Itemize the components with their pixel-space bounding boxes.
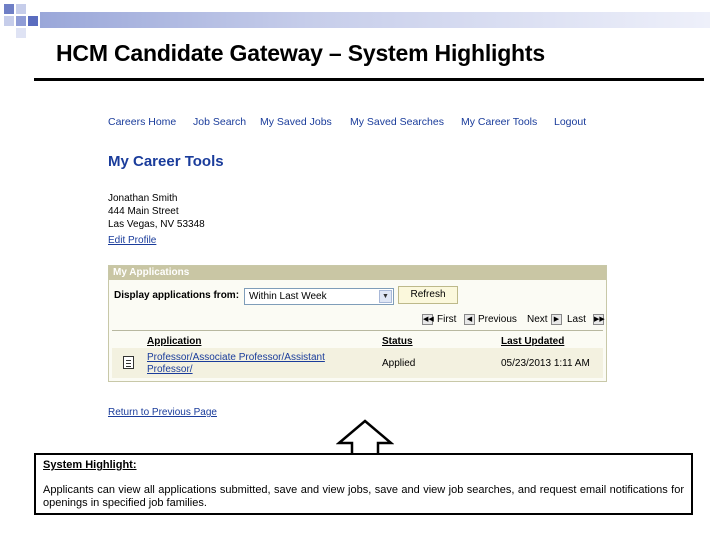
nav-job-search[interactable]: Job Search bbox=[193, 116, 246, 128]
nav-logout[interactable]: Logout bbox=[554, 116, 586, 128]
nav-my-saved-searches[interactable]: My Saved Searches bbox=[350, 116, 444, 128]
nav-my-career-tools[interactable]: My Career Tools bbox=[461, 116, 537, 128]
title-underline bbox=[34, 78, 704, 81]
display-from-label: Display applications from: bbox=[114, 290, 240, 301]
highlight-title: System Highlight: bbox=[43, 459, 137, 471]
column-last-updated[interactable]: Last Updated bbox=[501, 336, 564, 347]
document-icon[interactable] bbox=[123, 356, 134, 369]
date-filter-select[interactable]: Within Last Week ▼ bbox=[244, 288, 394, 305]
nav-my-saved-jobs[interactable]: My Saved Jobs bbox=[260, 116, 332, 128]
applications-panel: My Applications Display applications fro… bbox=[108, 265, 607, 382]
page-title: My Career Tools bbox=[108, 153, 224, 170]
nav-careers-home[interactable]: Careers Home bbox=[108, 116, 176, 128]
application-status: Applied bbox=[382, 358, 416, 369]
return-previous-page-link[interactable]: Return to Previous Page bbox=[108, 407, 217, 418]
application-last-updated: 05/23/2013 1:11 AM bbox=[501, 358, 590, 369]
address-street: 444 Main Street bbox=[108, 206, 179, 217]
column-status[interactable]: Status bbox=[382, 336, 413, 347]
edit-profile-link[interactable]: Edit Profile bbox=[108, 235, 156, 246]
pager-last[interactable]: Last bbox=[567, 314, 586, 325]
candidate-name: Jonathan Smith bbox=[108, 193, 178, 204]
last-page-icon[interactable]: ▶▶ bbox=[593, 314, 605, 325]
first-page-icon[interactable]: ◀◀ bbox=[422, 314, 434, 325]
table-divider bbox=[112, 330, 603, 331]
decor-square bbox=[16, 28, 26, 38]
decor-square bbox=[28, 16, 38, 26]
decor-square bbox=[16, 4, 26, 14]
chevron-down-icon[interactable]: ▼ bbox=[379, 290, 392, 303]
highlight-body: Applicants can view all applications sub… bbox=[43, 484, 684, 509]
pager-next[interactable]: Next bbox=[527, 314, 548, 325]
slide-title: HCM Candidate Gateway – System Highlight… bbox=[56, 40, 545, 66]
previous-page-icon[interactable]: ◀ bbox=[464, 314, 475, 325]
application-title-line1: Professor/Associate Professor/Assistant bbox=[147, 352, 325, 363]
application-title-line2: Professor/ bbox=[147, 364, 193, 375]
panel-title: My Applications bbox=[109, 266, 606, 280]
pager-first[interactable]: First bbox=[437, 314, 456, 325]
header-gradient-bar bbox=[40, 12, 710, 28]
date-filter-value: Within Last Week bbox=[249, 291, 327, 302]
refresh-button[interactable]: Refresh bbox=[398, 286, 458, 304]
decor-square bbox=[16, 16, 26, 26]
up-arrow-icon bbox=[336, 419, 394, 457]
application-link[interactable]: Professor/Associate Professor/Assistant … bbox=[147, 352, 325, 376]
decor-square bbox=[4, 16, 14, 26]
pager-previous[interactable]: Previous bbox=[478, 314, 517, 325]
address-city: Las Vegas, NV 53348 bbox=[108, 219, 205, 230]
column-application[interactable]: Application bbox=[147, 336, 201, 347]
system-highlight-box: System Highlight: Applicants can view al… bbox=[34, 453, 693, 515]
decor-square bbox=[4, 4, 14, 14]
next-page-icon[interactable]: ▶ bbox=[551, 314, 562, 325]
